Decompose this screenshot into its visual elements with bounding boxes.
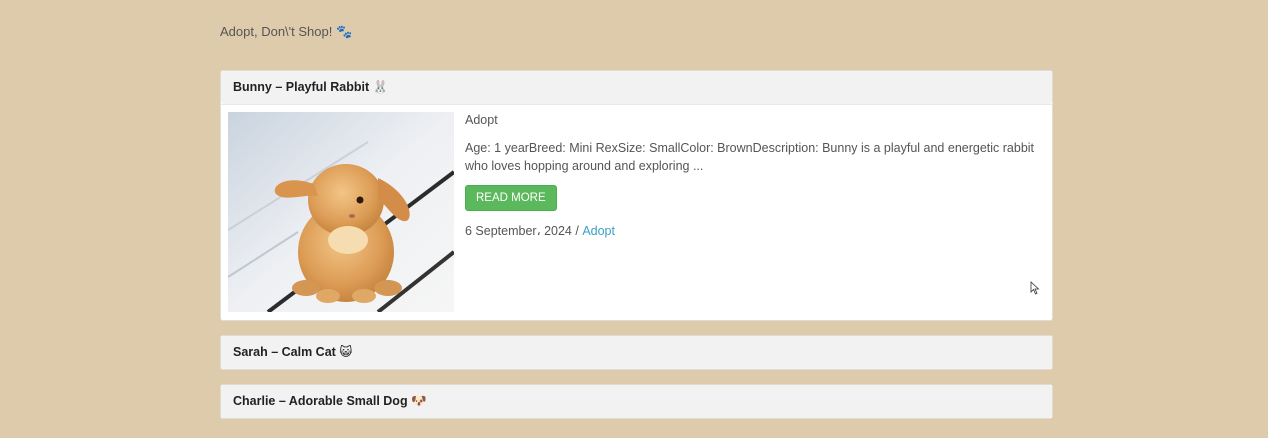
pet-content: Adopt Age: 1 yearBreed: Mini RexSize: Sm… xyxy=(465,113,1041,238)
pet-panel-charlie: Charlie – Adorable Small Dog 🐶 xyxy=(220,384,1053,419)
category-link[interactable]: Adopt xyxy=(582,224,615,238)
pet-panel-header[interactable]: Sarah – Calm Cat 😺 xyxy=(221,336,1052,369)
post-date: 6 September، 2024 xyxy=(465,224,572,238)
mouse-cursor-icon xyxy=(1030,281,1040,295)
pet-panel-header[interactable]: Charlie – Adorable Small Dog 🐶 xyxy=(221,385,1052,418)
meta-separator: / xyxy=(571,224,583,238)
pet-meta: 6 September، 2024 / Adopt xyxy=(465,223,1041,238)
pet-panel-body: Adopt Age: 1 yearBreed: Mini RexSize: Sm… xyxy=(221,104,1052,320)
bunny-image[interactable] xyxy=(228,112,454,312)
pet-description: Age: 1 yearBreed: Mini RexSize: SmallCol… xyxy=(465,141,1035,173)
pet-panel-header[interactable]: Bunny – Playful Rabbit 🐰 xyxy=(221,71,1052,104)
pet-panel-bunny: Bunny – Playful Rabbit 🐰 Adopt Age: 1 ye… xyxy=(220,70,1053,321)
read-more-button[interactable]: READ MORE xyxy=(465,185,557,211)
pet-category: Adopt xyxy=(465,113,498,127)
page-heading: Adopt, Don\'t Shop! 🐾 xyxy=(220,24,353,39)
pet-panel-sarah: Sarah – Calm Cat 😺 xyxy=(220,335,1053,370)
